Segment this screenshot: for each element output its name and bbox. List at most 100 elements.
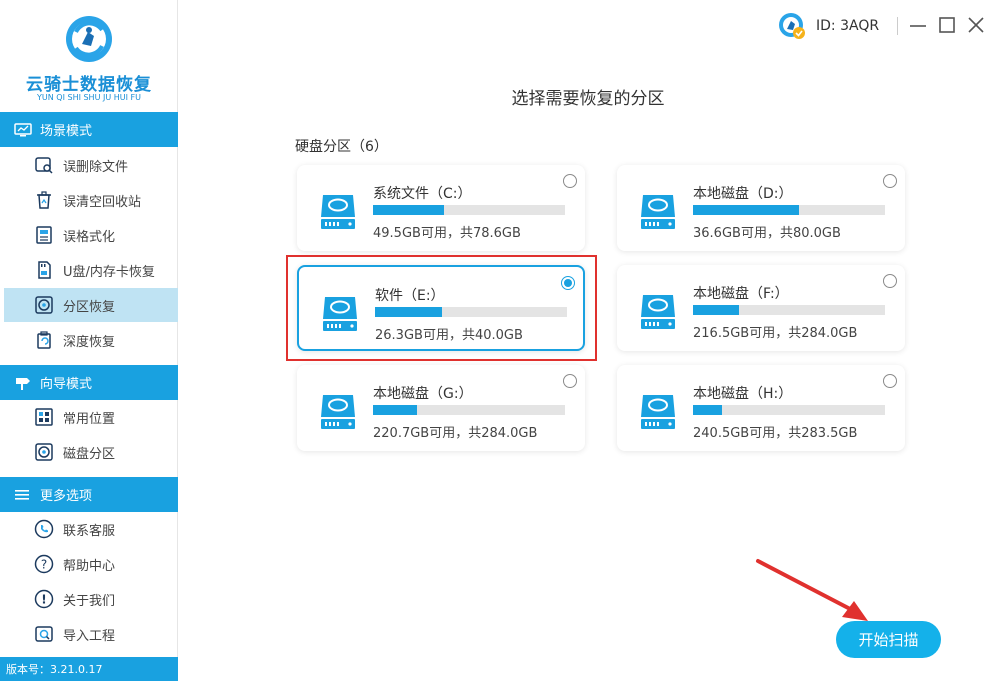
app-logo: 云骑士数据恢复 YUN QI SHI SHU JU HUI FU: [0, 0, 178, 112]
nav-item-label: 关于我们: [63, 593, 116, 609]
disk-icon: [35, 443, 53, 461]
sidebar: 云骑士数据恢复 YUN QI SHI SHU JU HUI FU 场景模式 误删…: [0, 0, 178, 681]
nav-item-label: 误删除文件: [63, 159, 129, 175]
window-controls-divider: [897, 17, 898, 35]
nav-item-label: 误格式化: [63, 229, 116, 245]
usage-bar-fill: [373, 405, 418, 415]
svg-text:?: ?: [41, 558, 47, 572]
section-title: 向导模式: [40, 377, 93, 392]
signpost-icon: [16, 377, 30, 390]
nav-item-import-project[interactable]: 导入工程: [4, 617, 178, 651]
user-id-text: ID: 3AQR: [816, 18, 880, 34]
menu-icon: [15, 489, 29, 500]
import-icon: [35, 626, 53, 642]
nav-item-partition-recovery[interactable]: 分区恢复: [4, 288, 178, 322]
nav-item-contact-support[interactable]: 联系客服: [4, 512, 178, 546]
logo-subtitle: YUN QI SHI SHU JU HUI FU: [37, 93, 141, 102]
nav-item-help-center[interactable]: ? 帮助中心: [4, 547, 178, 581]
folder-grid-icon: [35, 408, 53, 426]
close-icon[interactable]: [965, 14, 987, 36]
nav-item-label: 导入工程: [63, 628, 116, 644]
user-id[interactable]: ID: 3AQR: [778, 12, 879, 40]
version-label: 版本号：3.21.0.17: [0, 657, 178, 681]
partition-icon: [35, 296, 53, 314]
nav-item-usb-card[interactable]: U盘/内存卡恢复: [4, 253, 178, 287]
usage-bar-fill: [693, 205, 799, 215]
partition-radio[interactable]: [563, 374, 577, 388]
partition-card[interactable]: 本地磁盘（H:） 240.5GB可用，共283.5GB: [617, 365, 905, 451]
usage-bar: [693, 305, 885, 315]
nav-item-disk-partition[interactable]: 磁盘分区: [4, 435, 178, 469]
format-disk-icon: [36, 226, 52, 244]
partition-radio[interactable]: [883, 274, 897, 288]
partition-capacity: 49.5GB可用，共78.6GB: [373, 226, 521, 241]
usage-bar-fill: [693, 405, 722, 415]
hard-drive-icon: [321, 195, 355, 229]
usage-bar: [373, 405, 565, 415]
start-scan-button[interactable]: 开始扫描: [836, 621, 941, 658]
section-header-guide-mode: 向导模式: [0, 365, 178, 400]
selection-highlight-annotation: [286, 255, 597, 361]
nav-item-deep-recovery[interactable]: 深度恢复: [4, 323, 178, 357]
help-icon: ?: [34, 554, 54, 574]
knight-logo-icon: [66, 16, 112, 62]
nav-item-label: 深度恢复: [63, 334, 116, 350]
usage-bar-fill: [373, 205, 445, 215]
partition-radio[interactable]: [563, 174, 577, 188]
nav-item-recycle-bin[interactable]: 误清空回收站: [4, 183, 178, 217]
phone-icon: [34, 519, 54, 539]
hard-drive-icon: [321, 395, 355, 429]
minimize-icon[interactable]: [907, 14, 929, 36]
hard-drive-icon: [641, 295, 675, 329]
partition-card[interactable]: 本地磁盘（G:） 220.7GB可用，共284.0GB: [297, 365, 585, 451]
partition-name: 本地磁盘（G:）: [373, 386, 473, 402]
partition-name: 本地磁盘（F:）: [693, 286, 789, 302]
usage-bar-fill: [693, 305, 740, 315]
partition-name: 本地磁盘（D:）: [693, 186, 793, 202]
sd-card-icon: [38, 261, 51, 279]
nav-item-label: 联系客服: [63, 523, 116, 539]
nav-item-label: 常用位置: [63, 411, 116, 427]
partition-name: 本地磁盘（H:）: [693, 386, 793, 402]
user-avatar-icon: [779, 13, 805, 39]
partition-name: 系统文件（C:）: [373, 186, 472, 202]
partition-card[interactable]: 本地磁盘（F:） 216.5GB可用，共284.0GB: [617, 265, 905, 351]
section-title: 场景模式: [40, 124, 93, 139]
nav-item-common-locations[interactable]: 常用位置: [4, 400, 178, 434]
recycle-bin-icon: [37, 191, 51, 209]
nav-item-label: 分区恢复: [63, 299, 116, 315]
partition-capacity: 216.5GB可用，共284.0GB: [693, 326, 858, 341]
usage-bar: [693, 405, 885, 415]
nav-item-label: 帮助中心: [63, 558, 116, 574]
usage-bar: [693, 205, 885, 215]
nav-item-label: U盘/内存卡恢复: [63, 264, 155, 280]
section-header-scene-mode: 场景模式: [0, 112, 178, 147]
logo-title: 云骑士数据恢复: [26, 75, 152, 95]
partition-radio[interactable]: [883, 174, 897, 188]
nav-item-format[interactable]: 误格式化: [4, 218, 178, 252]
section-title: 更多选项: [40, 489, 93, 504]
nav-item-deleted-files[interactable]: 误删除文件: [4, 148, 178, 182]
usage-bar: [373, 205, 565, 215]
partition-card[interactable]: 本地磁盘（D:） 36.6GB可用，共80.0GB: [617, 165, 905, 251]
partition-capacity: 240.5GB可用，共283.5GB: [693, 426, 858, 441]
partition-radio[interactable]: [883, 374, 897, 388]
nav-item-about-us[interactable]: ! 关于我们: [4, 582, 178, 616]
nav-item-label: 误清空回收站: [63, 194, 142, 210]
section-header-more-options: 更多选项: [0, 477, 178, 512]
partition-capacity: 220.7GB可用，共284.0GB: [373, 426, 538, 441]
partition-count-label: 硬盘分区（6）: [295, 139, 388, 155]
nav-item-label: 磁盘分区: [63, 446, 116, 462]
page-title: 选择需要恢复的分区: [511, 89, 665, 109]
deep-recovery-icon: [37, 331, 51, 349]
maximize-icon[interactable]: [936, 14, 958, 36]
partition-capacity: 36.6GB可用，共80.0GB: [693, 226, 841, 241]
partition-card[interactable]: 系统文件（C:） 49.5GB可用，共78.6GB: [297, 165, 585, 251]
svg-text:!: !: [41, 593, 46, 607]
file-search-icon: [35, 157, 53, 174]
red-arrow-annotation: [756, 559, 868, 621]
info-icon: !: [34, 589, 54, 609]
hard-drive-icon: [641, 195, 675, 229]
monitor-icon: [14, 122, 32, 136]
hard-drive-icon: [641, 395, 675, 429]
